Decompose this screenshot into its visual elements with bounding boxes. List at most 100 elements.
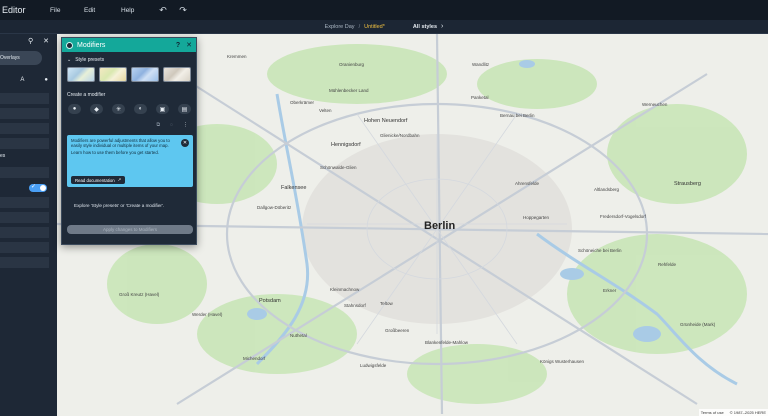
breadcrumb-separator: /	[358, 23, 361, 30]
sidebar-row[interactable]	[0, 138, 49, 149]
map-place-label: Hennigsdorf	[331, 142, 361, 148]
read-documentation-label: Read documentation	[75, 177, 115, 183]
left-sidebar: ⚲ ✕ Overlays A ● es ✓	[0, 34, 57, 416]
map-place-label: Nuthetal	[290, 333, 307, 338]
breadcrumb-parent[interactable]: Explore Day	[325, 24, 355, 30]
external-link-icon: ↗	[117, 177, 122, 182]
overlays-label: Overlays	[0, 55, 20, 61]
search-icon[interactable]: ⚲	[28, 37, 33, 45]
close-icon[interactable]: ✕	[43, 37, 49, 45]
style-preset-thumbnail[interactable]	[131, 67, 159, 82]
sidebar-layer-list: es ✓	[0, 93, 57, 268]
map-place-label: Dallgow-Döberitz	[257, 205, 292, 210]
map-place-label: Stahnsdorf	[344, 303, 366, 308]
apply-changes-label: Apply changes to Modifiers	[102, 227, 158, 232]
map-place-label: Fredersdorf-Vogelsdorf	[600, 214, 647, 219]
map-place-label: Hohen Neuendorf	[364, 118, 408, 124]
text-style-icon[interactable]: A	[20, 77, 24, 87]
palette-icon[interactable]: ◐	[134, 104, 147, 114]
breadcrumb: Explore Day / Untitled* All styles ›	[325, 23, 444, 30]
map-place-label: Schönwalde-Glien	[320, 165, 357, 170]
read-documentation-button[interactable]: Read documentation ↗	[71, 176, 126, 184]
sidebar-row[interactable]	[0, 93, 49, 104]
all-styles-link[interactable]: All styles	[413, 24, 437, 30]
map-place-label: Teltow	[380, 301, 393, 306]
map-place-label: Wandlitz	[472, 62, 490, 67]
check-icon: ✓	[31, 183, 37, 190]
style-presets-list	[62, 67, 196, 82]
image-icon[interactable]: ▤	[178, 104, 191, 114]
terms-link[interactable]: Terms of use	[701, 410, 724, 415]
sidebar-toolbar: ⚲ ✕	[0, 34, 57, 48]
sidebar-row[interactable]	[0, 167, 49, 178]
map-place-label: Kleinmachnow	[330, 287, 360, 292]
info-message-secondary: Learn how to use them before you get sta…	[71, 150, 159, 156]
hide-icon[interactable]: ◌	[170, 122, 173, 128]
sidebar-row[interactable]	[0, 123, 49, 134]
location-pin-icon[interactable]: ●	[44, 77, 48, 87]
layers-icon[interactable]: ◆	[90, 104, 103, 114]
app-title: Editor	[2, 5, 26, 15]
chevron-down-icon: ⌄	[67, 57, 72, 63]
help-icon[interactable]: ?	[176, 42, 180, 49]
map-place-label: Hoppegarten	[523, 215, 550, 220]
sun-icon[interactable]: ✳	[112, 104, 125, 114]
sidebar-row[interactable]	[0, 212, 49, 223]
style-presets-header[interactable]: ⌄ Style presets	[62, 54, 196, 66]
menubar: Editor File Edit Help ↶ ↷	[0, 0, 768, 20]
sidebar-icon-row: A ●	[0, 77, 57, 87]
undo-icon[interactable]: ↶	[153, 5, 173, 16]
style-preset-thumbnail[interactable]	[163, 67, 191, 82]
apply-changes-button[interactable]: Apply changes to Modifiers	[67, 225, 193, 234]
sidebar-row[interactable]	[0, 227, 49, 238]
map-place-label: Blankenfelde-Mahlow	[425, 340, 469, 345]
map-place-label: Königs Wusterhausen	[540, 359, 584, 364]
create-modifier-label: Create a modifier	[67, 92, 106, 98]
map-place-label: Falkensee	[281, 185, 307, 191]
sidebar-section-label: es	[0, 153, 6, 159]
sidebar-row[interactable]	[0, 257, 49, 268]
map-place-label: Panketal	[471, 95, 489, 100]
map-place-label: Schöneiche bei Berlin	[578, 248, 622, 253]
duplicate-icon[interactable]: ⧉	[156, 122, 160, 128]
redo-icon[interactable]: ↷	[173, 5, 193, 16]
map-place-label: Erkner	[603, 288, 617, 293]
chevron-right-icon[interactable]: ›	[441, 23, 443, 30]
modifier-type-buttons: ● ◆ ✳ ◐ ▣ ▤	[62, 104, 196, 114]
breadcrumb-bar: Explore Day / Untitled* All styles ›	[0, 20, 768, 34]
overlays-tab[interactable]: Overlays	[0, 51, 42, 65]
panel-title: Modifiers	[77, 41, 106, 49]
visibility-toggle[interactable]: ✓	[29, 183, 47, 192]
map-place-label: Werneuchen	[642, 102, 668, 107]
copyright-text: © 1987–2025 HERE	[729, 410, 766, 415]
style-preset-thumbnail[interactable]	[67, 67, 95, 82]
map-place-label: Glienicke/Nordbahn	[380, 133, 420, 138]
map-place-label: Michendorf	[243, 356, 266, 361]
close-icon[interactable]: ✕	[186, 41, 192, 49]
style-preset-thumbnail[interactable]	[99, 67, 127, 82]
color-drop-icon[interactable]: ●	[68, 104, 81, 114]
sidebar-toggle-row: ✓	[0, 182, 49, 193]
map-place-label: Kremmen	[227, 54, 247, 59]
map-place-label: Oberkrämer	[290, 100, 315, 105]
map-place-label: Rehfelde	[658, 262, 677, 267]
more-icon[interactable]: ⋮	[183, 122, 188, 128]
sidebar-row[interactable]	[0, 242, 49, 253]
map-place-label: Werder (Havel)	[192, 312, 223, 317]
map-attribution: Terms of use © 1987–2025 HERE	[698, 409, 768, 416]
menu-edit[interactable]: Edit	[84, 7, 121, 14]
close-icon[interactable]: ✕	[181, 139, 189, 147]
map-place-label: Velten	[319, 108, 332, 113]
text-box-icon[interactable]: ▣	[156, 104, 169, 114]
panel-header[interactable]: Modifiers ? ✕	[62, 38, 196, 52]
info-message: Modifiers are powerful adjustments that …	[71, 138, 170, 149]
map-place-label: Strausberg	[674, 181, 701, 187]
breadcrumb-current: Untitled*	[364, 23, 385, 30]
menu-help[interactable]: Help	[121, 7, 153, 14]
menu-file[interactable]: File	[50, 7, 84, 14]
sidebar-row[interactable]	[0, 197, 49, 208]
map-place-label: Altlandsberg	[594, 187, 620, 192]
sidebar-row[interactable]	[0, 108, 49, 119]
map-place-label: Mühlenbecker Land	[329, 88, 369, 93]
map-place-label: Ludwigsfelde	[360, 363, 387, 368]
